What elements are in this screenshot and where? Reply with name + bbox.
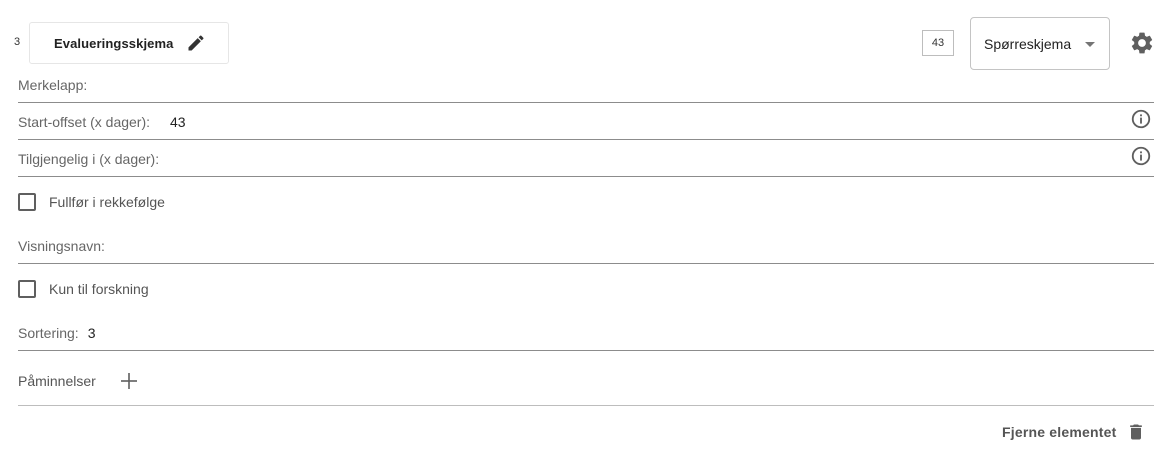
info-icon <box>1131 146 1151 166</box>
type-select-value: Spørreskjema <box>984 35 1072 52</box>
available-info-button[interactable] <box>1130 145 1152 167</box>
start-offset-label: Start-offset (x dager): <box>18 114 151 130</box>
item-number: 3 <box>14 36 21 48</box>
gear-icon <box>1131 32 1153 54</box>
research-only-row[interactable]: Kun til forskning <box>18 280 149 298</box>
section-divider <box>18 405 1154 406</box>
complete-in-order-checkbox[interactable] <box>18 193 36 211</box>
start-offset-value: 43 <box>170 114 186 130</box>
plus-icon <box>120 373 137 389</box>
sorting-field[interactable]: Sortering: 3 <box>18 325 1154 351</box>
reminders-label: Påminnelser <box>18 373 96 389</box>
start-offset-info-button[interactable] <box>1130 108 1152 130</box>
remove-element-label: Fjerne elementet <box>1002 424 1117 440</box>
display-name-field[interactable]: Visningsnavn: <box>18 238 1154 264</box>
settings-button[interactable] <box>1129 30 1155 56</box>
display-name-label: Visningsnavn: <box>18 238 105 254</box>
remove-element-button[interactable]: Fjerne elementet <box>1002 421 1146 443</box>
complete-in-order-label: Fullfør i rekkefølge <box>49 194 165 210</box>
available-label: Tilgjengelig i (x dager): <box>18 151 160 167</box>
item-count-badge: 43 <box>922 30 954 56</box>
label-field-label: Merkelapp: <box>18 77 88 93</box>
research-only-checkbox[interactable] <box>18 280 36 298</box>
info-icon <box>1131 109 1151 129</box>
chevron-down-icon <box>1085 42 1095 47</box>
label-field[interactable]: Merkelapp: <box>18 77 1154 103</box>
type-select[interactable]: Spørreskjema <box>970 17 1110 70</box>
research-only-label: Kun til forskning <box>49 281 149 297</box>
pencil-icon <box>188 35 204 51</box>
start-offset-field[interactable]: Start-offset (x dager): 43 <box>18 109 1154 140</box>
reminders-section: Påminnelser <box>18 370 140 392</box>
item-title: Evalueringsskjema <box>54 35 174 51</box>
add-reminder-button[interactable] <box>118 370 140 392</box>
trash-icon <box>1130 424 1143 440</box>
available-field[interactable]: Tilgjengelig i (x dager): <box>18 146 1154 177</box>
item-title-card: Evalueringsskjema <box>29 22 229 64</box>
complete-in-order-row[interactable]: Fullfør i rekkefølge <box>18 193 165 211</box>
sorting-label: Sortering: <box>18 325 79 341</box>
sorting-value: 3 <box>87 325 96 341</box>
edit-title-button[interactable] <box>184 31 208 55</box>
